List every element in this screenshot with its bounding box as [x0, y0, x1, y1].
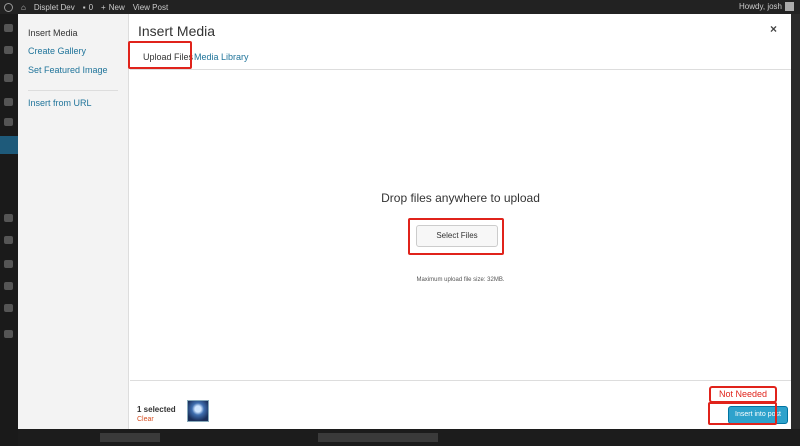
new-link[interactable]: + New: [101, 3, 125, 12]
site-name-link[interactable]: Displet Dev: [34, 3, 75, 12]
not-needed-annotation: Not Needed: [709, 386, 777, 403]
media-toolbar: 1 selected Clear Insert into post: [130, 380, 791, 429]
highlight-upload-files-tab: [128, 41, 192, 69]
menu-item-create-gallery[interactable]: Create Gallery: [28, 46, 86, 56]
pin-icon[interactable]: [4, 46, 13, 54]
menu-item-insert-media[interactable]: Insert Media: [28, 28, 78, 38]
pages-icon[interactable]: [4, 98, 13, 106]
greeting-text: Howdy, josh: [739, 2, 782, 11]
admin-bar: ⌂ Displet Dev ▪ 0 + New View Post Howdy,…: [0, 0, 800, 14]
appearance-icon[interactable]: [4, 214, 13, 222]
highlight-insert-button: [708, 402, 777, 425]
highlight-select-files-button: [408, 218, 504, 255]
modal-title: Insert Media: [138, 23, 216, 39]
settings-icon[interactable]: [4, 304, 13, 312]
new-label: New: [108, 2, 125, 12]
home-icon[interactable]: ⌂: [21, 3, 26, 12]
wordpress-logo-icon[interactable]: [4, 2, 13, 12]
collapse-icon[interactable]: [4, 330, 13, 338]
selection-count: 1 selected: [137, 405, 176, 414]
tools-icon[interactable]: [4, 282, 13, 290]
drop-instructions: Drop files anywhere to upload: [381, 191, 540, 205]
clear-selection-link[interactable]: Clear: [137, 416, 154, 423]
plus-icon: +: [101, 2, 106, 12]
background-block: [318, 433, 438, 442]
media-icon[interactable]: [4, 74, 13, 82]
media-frame-menu: Insert Media Create Gallery Set Featured…: [18, 14, 129, 429]
max-upload-size: Maximum upload file size: 32MB.: [416, 277, 505, 283]
media-router-tabs: Upload Files Media Library: [130, 44, 791, 70]
selected-attachment-thumbnail[interactable]: [187, 400, 209, 422]
account-menu[interactable]: Howdy, josh: [739, 2, 794, 11]
comments-count: 0: [88, 2, 94, 12]
comment-icon: ▪: [82, 2, 86, 12]
dashboard-icon[interactable]: [4, 24, 13, 32]
background-block: [100, 433, 160, 442]
posts-menu-active[interactable]: [0, 136, 18, 154]
plugins-icon[interactable]: [4, 236, 13, 244]
tab-media-library[interactable]: Media Library: [194, 52, 249, 62]
menu-item-set-featured-image[interactable]: Set Featured Image: [28, 65, 108, 75]
close-icon[interactable]: ×: [770, 22, 777, 36]
insert-media-modal: Insert Media Create Gallery Set Featured…: [18, 14, 791, 429]
users-icon[interactable]: [4, 260, 13, 268]
menu-separator: [28, 90, 118, 91]
view-post-link[interactable]: View Post: [133, 3, 168, 12]
avatar: [785, 2, 794, 11]
page-background: [18, 429, 800, 446]
comments-link[interactable]: ▪ 0: [83, 3, 93, 12]
menu-item-insert-from-url[interactable]: Insert from URL: [28, 98, 92, 108]
admin-sidebar: [0, 14, 18, 446]
comments-icon[interactable]: [4, 118, 13, 126]
